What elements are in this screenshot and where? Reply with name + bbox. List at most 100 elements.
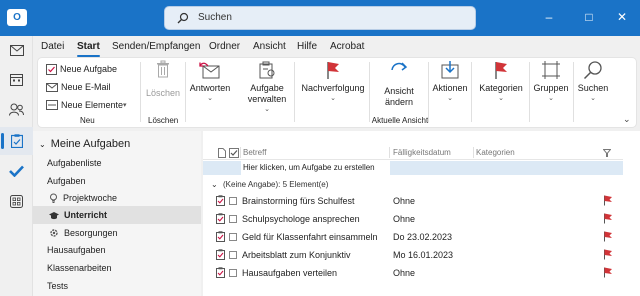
gear-icon: [50, 229, 58, 237]
app-rail: [0, 36, 33, 296]
task-list: Betreff Fälligkeitsdatum Kategorien Hier…: [203, 131, 640, 296]
document-icon: [218, 148, 226, 158]
folder-header-my-tasks[interactable]: ⌄ Meine Aufgaben: [33, 135, 201, 153]
new-items-icon: [46, 100, 58, 110]
chevron-down-icon: ⌄: [330, 95, 336, 102]
complete-checkbox[interactable]: [229, 233, 237, 241]
change-view-icon: [391, 62, 408, 71]
groups-button[interactable]: Gruppen ⌄: [531, 60, 571, 102]
actions-button[interactable]: Aktionen ⌄: [430, 60, 470, 102]
flag-icon: [495, 62, 507, 79]
column-subject[interactable]: Betreff: [243, 148, 266, 157]
folder-besorgungen[interactable]: Besorgungen: [33, 224, 201, 242]
title-bar: O Suchen – □ ✕: [0, 0, 640, 36]
table-row[interactable]: Arbeitsblatt zum Konjunktiv Mo 16.01.202…: [203, 246, 623, 264]
tasks-icon[interactable]: [0, 127, 33, 155]
folder-projektwoche[interactable]: Projektwoche: [33, 189, 201, 207]
tab-senden-empfangen[interactable]: Senden/Empfangen: [112, 41, 200, 52]
folder-tests[interactable]: Tests: [33, 277, 201, 295]
chevron-down-icon: ⌄: [207, 95, 213, 102]
ribbon: Neue Aufgabe Neue E-Mail Neue Elemente ▾…: [37, 57, 637, 128]
minimize-button[interactable]: –: [541, 9, 557, 25]
search-placeholder: Suchen: [198, 12, 232, 23]
column-categories[interactable]: Kategorien: [476, 148, 515, 157]
new-email-button[interactable]: Neue E-Mail: [46, 80, 111, 94]
filter-icon[interactable]: [603, 149, 611, 157]
flag-icon: [327, 62, 339, 79]
menu-bar: Datei Start Senden/Empfangen Ordner Ansi…: [33, 36, 640, 57]
task-icon: [46, 64, 57, 75]
folder-pane: ⌄ Meine Aufgaben Aufgabenliste Aufgaben …: [33, 131, 201, 296]
followup-button[interactable]: Nachverfolgung ⌄: [298, 60, 368, 102]
chevron-down-icon: ⌄: [447, 95, 453, 102]
flag-icon[interactable]: [603, 267, 613, 278]
manage-task-icon: [259, 61, 275, 79]
checkbox-header-icon[interactable]: [229, 148, 239, 158]
flag-icon[interactable]: [603, 231, 613, 242]
reply-mail-icon: [199, 62, 220, 79]
reply-button[interactable]: Antworten ⌄: [188, 60, 232, 102]
calendar-icon[interactable]: [0, 65, 33, 93]
new-task-button[interactable]: Neue Aufgabe: [46, 62, 117, 76]
search-button[interactable]: Suchen ⌄: [575, 60, 611, 102]
tab-start[interactable]: Start: [77, 41, 100, 57]
complete-checkbox[interactable]: [229, 197, 237, 205]
flag-icon[interactable]: [603, 213, 613, 224]
mail-icon[interactable]: [0, 36, 33, 64]
search-icon: [583, 61, 602, 80]
search-icon: [177, 12, 189, 24]
group-header[interactable]: ⌄ (Keine Angabe): 5 Element(e): [203, 178, 623, 192]
tab-datei[interactable]: Datei: [41, 41, 64, 52]
flag-icon[interactable]: [603, 195, 613, 206]
outlook-logo-icon: O: [7, 9, 27, 26]
search-input[interactable]: Suchen: [164, 6, 476, 30]
move-to-folder-icon: [441, 61, 459, 79]
table-row[interactable]: Schulpsychologe ansprechen Ohne: [203, 210, 623, 228]
tab-acrobat[interactable]: Acrobat: [330, 41, 364, 52]
task-icon: [216, 213, 225, 224]
chevron-down-icon: ▾: [123, 102, 127, 109]
tab-ordner[interactable]: Ordner: [209, 41, 240, 52]
table-row[interactable]: Hausaufgaben verteilen Ohne: [203, 264, 623, 282]
task-icon: [216, 195, 225, 206]
chevron-down-icon: ⌄: [211, 180, 218, 189]
todo-check-icon[interactable]: [0, 157, 33, 185]
tab-hilfe[interactable]: Hilfe: [297, 41, 317, 52]
change-view-button[interactable]: Ansicht ändern: [376, 60, 422, 108]
table-row[interactable]: Brainstorming fürs Schulfest Ohne: [203, 192, 623, 210]
maximize-button[interactable]: □: [581, 9, 597, 25]
complete-checkbox[interactable]: [229, 215, 237, 223]
folder-aufgabenliste[interactable]: Aufgabenliste: [33, 154, 201, 172]
apps-icon[interactable]: [0, 187, 33, 215]
ribbon-collapse-chevron-icon[interactable]: ⌄: [623, 114, 631, 125]
trash-icon: [157, 60, 169, 78]
group-header-label: (Keine Angabe): 5 Element(e): [223, 180, 329, 189]
tab-ansicht[interactable]: Ansicht: [253, 41, 286, 52]
group-label-neu: Neu: [80, 116, 95, 125]
manage-task-button[interactable]: Aufgabe verwalten ⌄: [243, 60, 291, 113]
chevron-down-icon: ⌄: [498, 95, 504, 102]
group-label-loeschen: Löschen: [148, 116, 179, 125]
mail-icon: [46, 82, 58, 92]
delete-button[interactable]: Löschen: [145, 60, 181, 99]
categories-button[interactable]: Kategorien ⌄: [474, 60, 528, 102]
folder-klassenarbeiten[interactable]: Klassenarbeiten: [33, 259, 201, 277]
column-header-row: Betreff Fälligkeitsdatum Kategorien: [203, 146, 623, 160]
groups-icon: [542, 61, 560, 79]
table-row[interactable]: Geld für Klassenfahrt einsammeln Do 23.0…: [203, 228, 623, 246]
lightbulb-icon: [50, 193, 57, 203]
new-items-button[interactable]: Neue Elemente ▾: [46, 98, 127, 112]
chevron-down-icon: ⌄: [548, 95, 554, 102]
complete-checkbox[interactable]: [229, 269, 237, 277]
folder-unterricht[interactable]: Unterricht: [33, 206, 201, 224]
flag-icon[interactable]: [603, 249, 613, 260]
new-task-row[interactable]: Hier klicken, um Aufgabe zu erstellen: [203, 161, 623, 175]
column-due-date[interactable]: Fälligkeitsdatum: [393, 148, 451, 157]
people-icon[interactable]: [0, 95, 33, 123]
task-icon: [216, 231, 225, 242]
close-button[interactable]: ✕: [614, 9, 630, 25]
folder-hausaufgaben[interactable]: Hausaufgaben: [33, 241, 201, 259]
folder-aufgaben[interactable]: Aufgaben: [33, 172, 201, 190]
chevron-down-icon: ⌄: [39, 139, 46, 149]
complete-checkbox[interactable]: [229, 251, 237, 259]
